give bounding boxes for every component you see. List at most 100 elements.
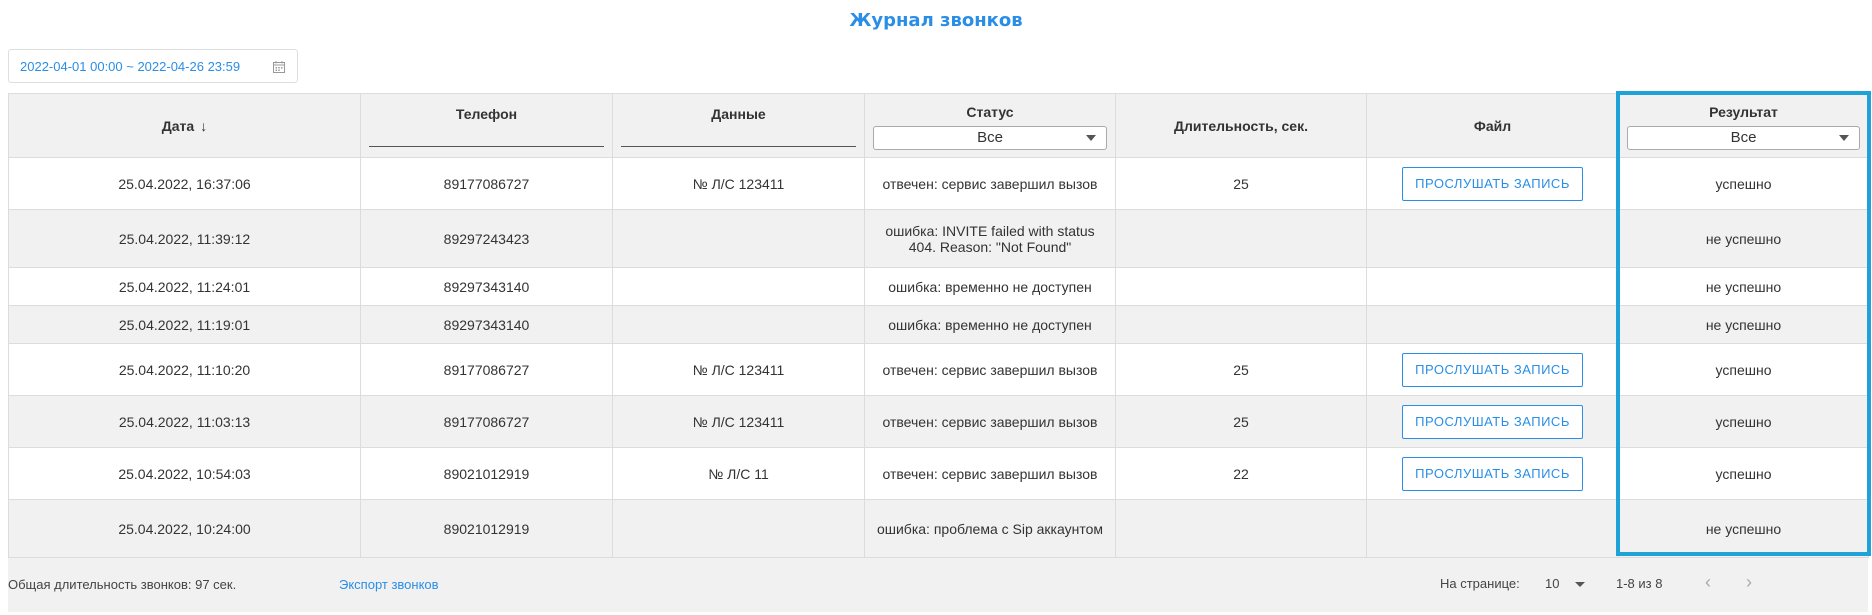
export-calls-link[interactable]: Экспорт звонков — [339, 577, 439, 592]
phone-filter-input[interactable] — [369, 146, 604, 147]
column-label-result: Результат — [1709, 104, 1778, 120]
cell-status: отвечен: сервис завершил вызов — [864, 447, 1116, 500]
cell-data: № Л/С 123411 — [612, 395, 865, 448]
table-row: 25.04.2022, 11:10:20 89177086727 № Л/С 123… — [8, 343, 1869, 396]
cell-date: 25.04.2022, 10:24:00 — [8, 499, 361, 558]
table-row: 25.04.2022, 11:03:13 89177086727 № Л/С 123… — [8, 395, 1869, 448]
cell-status: ошибка: проблема с Sip аккаунтом — [864, 499, 1116, 558]
cell-phone: 89021012919 — [360, 447, 613, 500]
cell-date: 25.04.2022, 10:54:03 — [8, 447, 361, 500]
cell-date: 25.04.2022, 11:24:01 — [8, 267, 361, 306]
cell-file: ПРОСЛУШАТЬ ЗАПИСЬ — [1366, 395, 1619, 448]
column-header-result: Результат Все — [1618, 93, 1869, 158]
cell-date: 25.04.2022, 11:39:12 — [8, 209, 361, 268]
column-header-status: Статус Все — [864, 93, 1116, 158]
pagination-range: 1-8 из 8 — [1616, 576, 1663, 591]
cell-duration: 25 — [1115, 343, 1367, 396]
cell-date: 25.04.2022, 11:19:01 — [8, 305, 361, 344]
per-page-value: 10 — [1545, 576, 1560, 591]
arrow-down-icon[interactable]: ↓ — [200, 118, 207, 134]
calendar-icon — [273, 61, 285, 73]
cell-phone: 89177086727 — [360, 395, 613, 448]
cell-result: не успешно — [1618, 305, 1869, 344]
chevron-left-icon[interactable]: ‹ — [1705, 572, 1711, 593]
cell-duration — [1115, 209, 1367, 268]
cell-duration — [1115, 267, 1367, 306]
table-header-row: Дата ↓ Телефон Данные Статус Все Длительн… — [8, 93, 1869, 158]
table-row: 25.04.2022, 16:37:06 89177086727 № Л/С 123… — [8, 157, 1869, 210]
cell-phone: 89297243423 — [360, 209, 613, 268]
column-label-duration: Длительность, сек. — [1174, 117, 1308, 134]
table-row: 25.04.2022, 10:24:00 89021012919 ошибка: п… — [8, 499, 1869, 558]
chevron-right-icon[interactable]: › — [1746, 572, 1752, 593]
caret-down-icon — [1839, 135, 1849, 141]
cell-status: отвечен: сервис завершил вызов — [864, 395, 1116, 448]
cell-file — [1366, 305, 1619, 344]
cell-data — [612, 499, 865, 558]
cell-data: № Л/С 123411 — [612, 343, 865, 396]
cell-date: 25.04.2022, 16:37:06 — [8, 157, 361, 210]
cell-status: отвечен: сервис завершил вызов — [864, 343, 1116, 396]
caret-down-icon — [1086, 135, 1096, 141]
cell-data — [612, 209, 865, 268]
column-label-file: Файл — [1473, 117, 1512, 134]
cell-file — [1366, 267, 1619, 306]
column-header-phone: Телефон — [360, 93, 613, 158]
cell-data: № Л/С 11 — [612, 447, 865, 500]
listen-record-button[interactable]: ПРОСЛУШАТЬ ЗАПИСЬ — [1402, 166, 1583, 201]
cell-file — [1366, 209, 1619, 268]
caret-down-icon — [1575, 582, 1585, 587]
cell-result: не успешно — [1618, 499, 1869, 558]
listen-record-button[interactable]: ПРОСЛУШАТЬ ЗАПИСЬ — [1402, 352, 1583, 387]
cell-result: успешно — [1618, 157, 1869, 210]
column-header-date[interactable]: Дата ↓ — [8, 93, 361, 158]
cell-status: отвечен: сервис завершил вызов — [864, 157, 1116, 210]
listen-record-button[interactable]: ПРОСЛУШАТЬ ЗАПИСЬ — [1402, 456, 1583, 491]
cell-phone: 89021012919 — [360, 499, 613, 558]
status-filter-select[interactable]: Все — [873, 126, 1107, 150]
cell-duration: 25 — [1115, 395, 1367, 448]
cell-duration: 25 — [1115, 157, 1367, 210]
per-page-select[interactable]: 10 — [1545, 576, 1585, 591]
cell-result: не успешно — [1618, 267, 1869, 306]
cell-result: не успешно — [1618, 209, 1869, 268]
table-row: 25.04.2022, 11:24:01 89297343140 ошибка: в… — [8, 267, 1869, 306]
table-row: 25.04.2022, 10:54:03 89021012919 № Л/С 11 о… — [8, 447, 1869, 500]
listen-record-button[interactable]: ПРОСЛУШАТЬ ЗАПИСЬ — [1402, 404, 1583, 439]
cell-status: ошибка: временно не доступен — [864, 305, 1116, 344]
column-label-phone: Телефон — [455, 106, 518, 122]
cell-data: № Л/С 123411 — [612, 157, 865, 210]
date-range-value: 2022-04-01 00:00 ~ 2022-04-26 23:59 — [20, 58, 241, 74]
table-row: 25.04.2022, 11:19:01 89297343140 ошибка: в… — [8, 305, 1869, 344]
status-filter-value: Все — [977, 129, 1003, 146]
column-header-duration: Длительность, сек. — [1115, 93, 1367, 158]
date-range-picker[interactable]: 2022-04-01 00:00 ~ 2022-04-26 23:59 — [8, 49, 298, 83]
cell-file: ПРОСЛУШАТЬ ЗАПИСЬ — [1366, 343, 1619, 396]
column-label-status: Статус — [966, 104, 1014, 120]
column-label-date: Дата — [161, 117, 195, 134]
calls-table: Дата ↓ Телефон Данные Статус Все Длительн… — [8, 93, 1869, 558]
cell-result: успешно — [1618, 395, 1869, 448]
cell-date: 25.04.2022, 11:03:13 — [8, 395, 361, 448]
column-header-data: Данные — [612, 93, 865, 158]
table-row: 25.04.2022, 11:39:12 89297243423 ошибка: I… — [8, 209, 1869, 268]
cell-result: успешно — [1618, 343, 1869, 396]
cell-status: ошибка: INVITE failed with status 404. R… — [864, 209, 1116, 268]
cell-phone: 89177086727 — [360, 343, 613, 396]
page-title: Журнал звонков — [849, 10, 1023, 31]
data-filter-input[interactable] — [621, 146, 856, 147]
cell-duration — [1115, 499, 1367, 558]
cell-data — [612, 305, 865, 344]
column-header-file: Файл — [1366, 93, 1619, 158]
result-filter-select[interactable]: Все — [1627, 126, 1860, 150]
total-duration: Общая длительность звонков: 97 сек. — [8, 577, 237, 592]
cell-status: ошибка: временно не доступен — [864, 267, 1116, 306]
cell-file — [1366, 499, 1619, 558]
cell-data — [612, 267, 865, 306]
column-label-data: Данные — [711, 106, 766, 122]
table-footer: Общая длительность звонков: 97 сек. Эксп… — [8, 558, 1868, 612]
cell-file: ПРОСЛУШАТЬ ЗАПИСЬ — [1366, 157, 1619, 210]
cell-phone: 89177086727 — [360, 157, 613, 210]
cell-date: 25.04.2022, 11:10:20 — [8, 343, 361, 396]
cell-phone: 89297343140 — [360, 305, 613, 344]
